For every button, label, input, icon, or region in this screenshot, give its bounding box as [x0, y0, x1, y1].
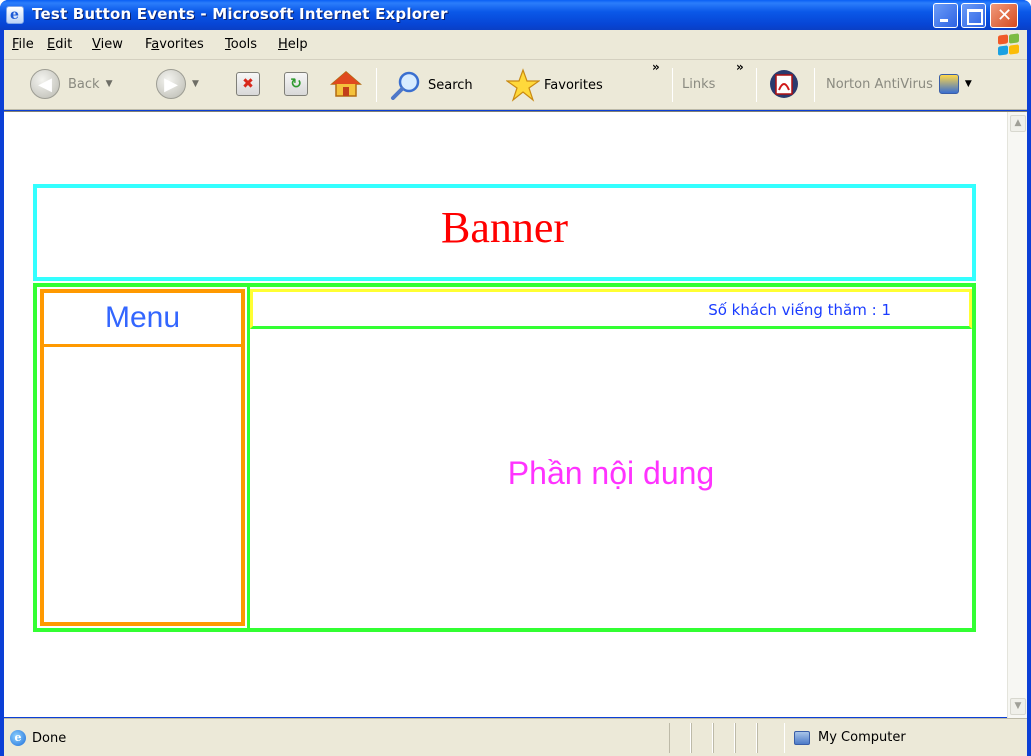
menu-edit[interactable]: Edit: [47, 37, 72, 52]
toolbar-chevron[interactable]: »: [652, 60, 660, 74]
home-button[interactable]: [330, 70, 362, 98]
back-arrow-icon: ◀: [30, 69, 60, 99]
content-text: Phần nội dung: [507, 455, 715, 491]
forward-arrow-icon: ▶: [156, 69, 186, 99]
status-panel: [669, 723, 691, 753]
status-text-area: e Done: [10, 730, 66, 746]
banner: Banner: [33, 184, 976, 281]
forward-button[interactable]: ▶ ▼: [156, 69, 199, 99]
main-frame: Menu Số khách viếng thăm : 1 Phần nội du…: [33, 283, 976, 632]
menu-bar: File Edit View Favorites Tools Help: [4, 30, 1027, 60]
chevron-down-icon: ▼: [105, 79, 113, 89]
status-panel: [691, 723, 713, 753]
close-button[interactable]: ✕: [990, 3, 1018, 28]
toolbar-separator: [672, 68, 673, 102]
favorites-star-icon: [506, 68, 540, 102]
menu-help[interactable]: Help: [278, 37, 308, 52]
menu-column: Menu: [40, 289, 245, 626]
minimize-button[interactable]: [933, 3, 958, 28]
menu-file[interactable]: File: [12, 37, 34, 52]
norton-button[interactable]: Norton AntiVirus ▼: [826, 74, 972, 94]
links-button[interactable]: Links: [682, 77, 715, 92]
toolbar-separator: [376, 68, 377, 102]
browser-window: e Test Button Events - Microsoft Interne…: [0, 0, 1031, 756]
refresh-icon: ↻: [284, 72, 308, 96]
scroll-down-icon[interactable]: ▼: [1010, 698, 1026, 715]
windows-logo-icon: [997, 33, 1021, 56]
visitor-counter: Số khách viếng thăm : 1: [708, 301, 891, 319]
menu-title: Menu: [44, 293, 241, 347]
links-chevron[interactable]: »: [736, 60, 744, 74]
favorites-label: Favorites: [544, 77, 603, 93]
status-bar: e Done My Computer: [4, 718, 1027, 756]
window-title: Test Button Events - Microsoft Internet …: [32, 5, 448, 23]
security-zone: My Computer: [794, 730, 906, 745]
ie-icon: e: [6, 6, 24, 24]
ie-page-icon: e: [10, 730, 26, 746]
menu-tools[interactable]: Tools: [225, 37, 257, 52]
pdf-icon: [770, 70, 798, 98]
visitor-counter-box: Số khách viếng thăm : 1: [250, 289, 972, 329]
back-label: Back: [68, 76, 100, 92]
home-icon: [330, 71, 362, 97]
norton-icon: [938, 74, 959, 94]
back-button[interactable]: ◀ Back ▼: [30, 69, 112, 99]
title-bar[interactable]: e Test Button Events - Microsoft Interne…: [0, 0, 1031, 30]
computer-icon: [794, 730, 810, 745]
search-label: Search: [428, 77, 473, 93]
menu-favorites[interactable]: Favorites: [145, 37, 204, 52]
search-icon: [391, 71, 420, 100]
favorites-button[interactable]: Favorites: [506, 68, 603, 102]
banner-text: Banner: [440, 203, 569, 252]
links-label: Links: [682, 77, 716, 92]
stop-icon: ✖: [236, 72, 260, 96]
toolbar-separator: [756, 68, 757, 102]
norton-label: Norton AntiVirus: [826, 76, 933, 92]
stop-button[interactable]: ✖: [236, 72, 260, 96]
toolbar: ◀ Back ▼ ▶ ▼ ✖ ↻ Search Favorites » Link…: [4, 60, 1027, 110]
maximize-button[interactable]: [961, 3, 986, 28]
content-column: Số khách viếng thăm : 1 Phần nội dung: [247, 287, 972, 628]
chevron-down-icon: ▼: [964, 79, 972, 89]
toolbar-separator: [814, 68, 815, 102]
status-text: Done: [32, 730, 67, 746]
close-icon: ✕: [997, 5, 1013, 26]
scroll-up-icon[interactable]: ▲: [1010, 115, 1026, 132]
status-panel: [713, 723, 735, 753]
status-panel: [757, 723, 785, 753]
pdf-button[interactable]: [768, 68, 800, 100]
status-panel: [735, 723, 757, 753]
chevron-down-icon: ▼: [192, 79, 199, 89]
zone-text: My Computer: [818, 730, 906, 745]
vertical-scrollbar[interactable]: ▲ ▼: [1007, 112, 1027, 718]
search-button[interactable]: Search: [390, 70, 473, 100]
refresh-button[interactable]: ↻: [284, 72, 308, 96]
menu-view[interactable]: View: [92, 37, 123, 52]
